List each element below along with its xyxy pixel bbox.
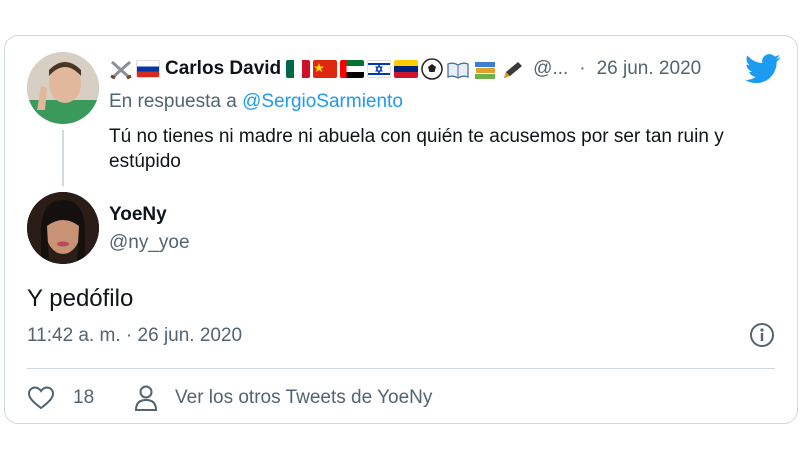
more-tweets-link[interactable]: Ver los otros Tweets de YoeNy xyxy=(175,387,432,409)
quoted-display-name[interactable]: Carlos David xyxy=(165,58,281,80)
avatar-yoeny[interactable] xyxy=(27,192,99,264)
main-tweet-text: Y pedófilo xyxy=(27,285,134,312)
open-book-icon xyxy=(446,60,470,79)
china-flag-icon xyxy=(313,60,338,78)
russia-flag-icon xyxy=(136,60,160,78)
crossed-swords-icon xyxy=(109,60,133,80)
quoted-tweet-text: Tú no tienes ni madre ni abuela con quié… xyxy=(109,126,724,172)
tweet-timestamp[interactable]: 11:42 a. m. · 26 jun. 2020 xyxy=(27,325,242,347)
quoted-date[interactable]: 26 jun. 2020 xyxy=(597,58,702,80)
quoted-handle[interactable]: @... xyxy=(533,58,568,80)
main-handle[interactable]: @ny_yoe xyxy=(109,232,190,254)
twitter-bird-icon[interactable] xyxy=(745,54,781,84)
main-display-name[interactable]: YoeNy xyxy=(109,204,167,226)
info-icon[interactable] xyxy=(749,322,775,348)
venezuela-flag-icon xyxy=(394,60,419,78)
actions-divider xyxy=(27,368,775,369)
pen-icon xyxy=(500,60,524,78)
reply-context: En respuesta a @SergioSarmiento xyxy=(109,91,403,113)
mexico-flag-icon xyxy=(286,60,311,78)
reply-prefix: En respuesta a xyxy=(109,91,237,112)
books-icon xyxy=(473,60,497,79)
person-icon[interactable] xyxy=(133,384,159,412)
soccer-ball-icon xyxy=(421,58,443,80)
avatar-carlos-david[interactable] xyxy=(27,52,99,124)
uae-flag-icon xyxy=(340,60,365,78)
embedded-tweet-card: Carlos David @... · 26 jun. 2020 En resp… xyxy=(4,35,798,424)
like-count[interactable]: 18 xyxy=(73,387,94,409)
reply-handle-link[interactable]: @SergioSarmiento xyxy=(242,91,403,112)
quoted-tweet-header: Carlos David @... · 26 jun. 2020 xyxy=(109,54,739,84)
heart-icon[interactable] xyxy=(27,385,55,411)
israel-flag-icon xyxy=(367,60,392,78)
thread-connector-line xyxy=(62,130,64,186)
meta-separator: · xyxy=(579,58,586,79)
